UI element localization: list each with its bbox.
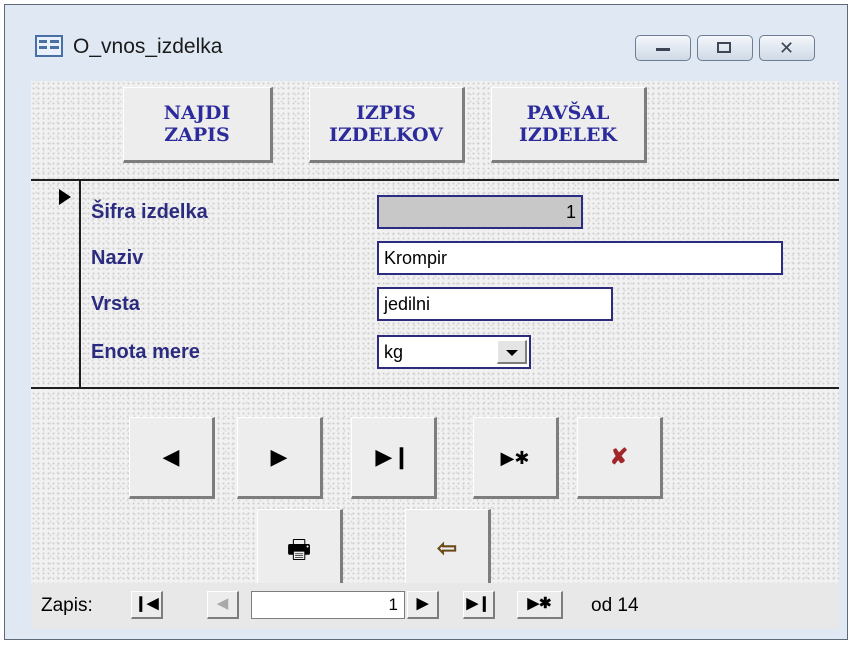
restore-button[interactable] (697, 35, 753, 61)
exit-door-icon: ⇦ (436, 535, 458, 562)
vrsta-label: Vrsta (91, 293, 140, 315)
header-divider (31, 179, 839, 181)
form-icon (35, 35, 63, 57)
naziv-field[interactable]: Krompir (377, 241, 783, 275)
next-record-nav-button[interactable]: ▶ (407, 591, 439, 619)
prev-record-icon: ◀ (216, 595, 229, 612)
new-record-nav-button[interactable]: ▶✱ (517, 591, 563, 619)
next-icon: ▶ (270, 444, 288, 469)
sifra-label: Šifra izdelka (91, 201, 208, 223)
current-record-icon (59, 189, 71, 205)
previous-icon: ◀ (162, 444, 180, 469)
sifra-field[interactable]: 1 (377, 195, 583, 229)
record-count: od 14 (591, 595, 639, 616)
first-record-icon: ❙◀ (134, 595, 159, 612)
last-record-nav-icon: ▶❙ (466, 595, 491, 612)
find-record-label-2: ZAPIS (164, 124, 230, 146)
record-selector[interactable] (51, 181, 81, 389)
window-controls: ✕ (635, 35, 835, 61)
last-record-button[interactable]: ▶❙ (351, 417, 437, 499)
form-body: NAJDI ZAPIS IZPIS IZDELKOV PAVŠAL IZDELE… (31, 81, 839, 629)
flat-rate-label-2: IZDELEK (518, 124, 618, 146)
title-bar[interactable]: O_vnos_izdelka ✕ (5, 5, 847, 81)
flat-rate-product-button[interactable]: PAVŠAL IZDELEK (491, 87, 647, 163)
record-navigation-bar: Zapis: ❙◀ ◀ 1 ▶ ▶❙ ▶✱ od 14 (31, 583, 839, 629)
close-icon: ✕ (779, 38, 795, 58)
new-record-icon: ▶✱ (500, 448, 530, 468)
minimize-icon (656, 48, 670, 51)
enota-select[interactable]: kg (377, 335, 531, 369)
delete-record-button[interactable]: ✘ (577, 417, 663, 499)
enota-dropdown-button[interactable] (497, 340, 527, 364)
enota-label: Enota mere (91, 341, 200, 363)
window-title: O_vnos_izdelka (73, 35, 223, 58)
find-record-button[interactable]: NAJDI ZAPIS (123, 87, 273, 163)
previous-record-button[interactable]: ◀ (129, 417, 215, 499)
next-record-button[interactable]: ▶ (237, 417, 323, 499)
footer-divider (31, 387, 839, 389)
prev-record-nav-button[interactable]: ◀ (207, 591, 239, 619)
current-record-input[interactable]: 1 (251, 591, 405, 619)
next-record-icon: ▶ (416, 595, 429, 612)
last-record-icon: ▶❙ (375, 444, 411, 469)
record-label: Zapis: (41, 595, 93, 616)
close-button[interactable]: ✕ (759, 35, 815, 61)
delete-record-icon: ✘ (609, 444, 629, 469)
enota-value: kg (384, 342, 404, 362)
chevron-down-icon (506, 350, 518, 356)
print-products-button[interactable]: IZPIS IZDELKOV (309, 87, 465, 163)
form-window: O_vnos_izdelka ✕ NAJDI ZAPIS IZPIS IZDEL… (4, 4, 848, 640)
last-record-nav-button[interactable]: ▶❙ (463, 591, 495, 619)
print-products-label-2: IZDELKOV (328, 124, 444, 146)
exit-button[interactable]: ⇦ (405, 509, 491, 591)
new-record-button[interactable]: ▶✱ (473, 417, 559, 499)
flat-rate-label-1: PAVŠAL (526, 102, 610, 124)
print-button[interactable]: 🖶 (257, 509, 343, 591)
restore-icon (717, 42, 731, 53)
new-record-nav-icon: ▶✱ (527, 595, 552, 612)
vrsta-field[interactable]: jedilni (377, 287, 613, 321)
minimize-button[interactable] (635, 35, 691, 61)
printer-icon: 🖶 (286, 534, 312, 564)
naziv-label: Naziv (91, 247, 144, 269)
find-record-label-1: NAJDI (163, 102, 231, 124)
first-record-nav-button[interactable]: ❙◀ (131, 591, 163, 619)
print-products-label-1: IZPIS (356, 102, 416, 124)
